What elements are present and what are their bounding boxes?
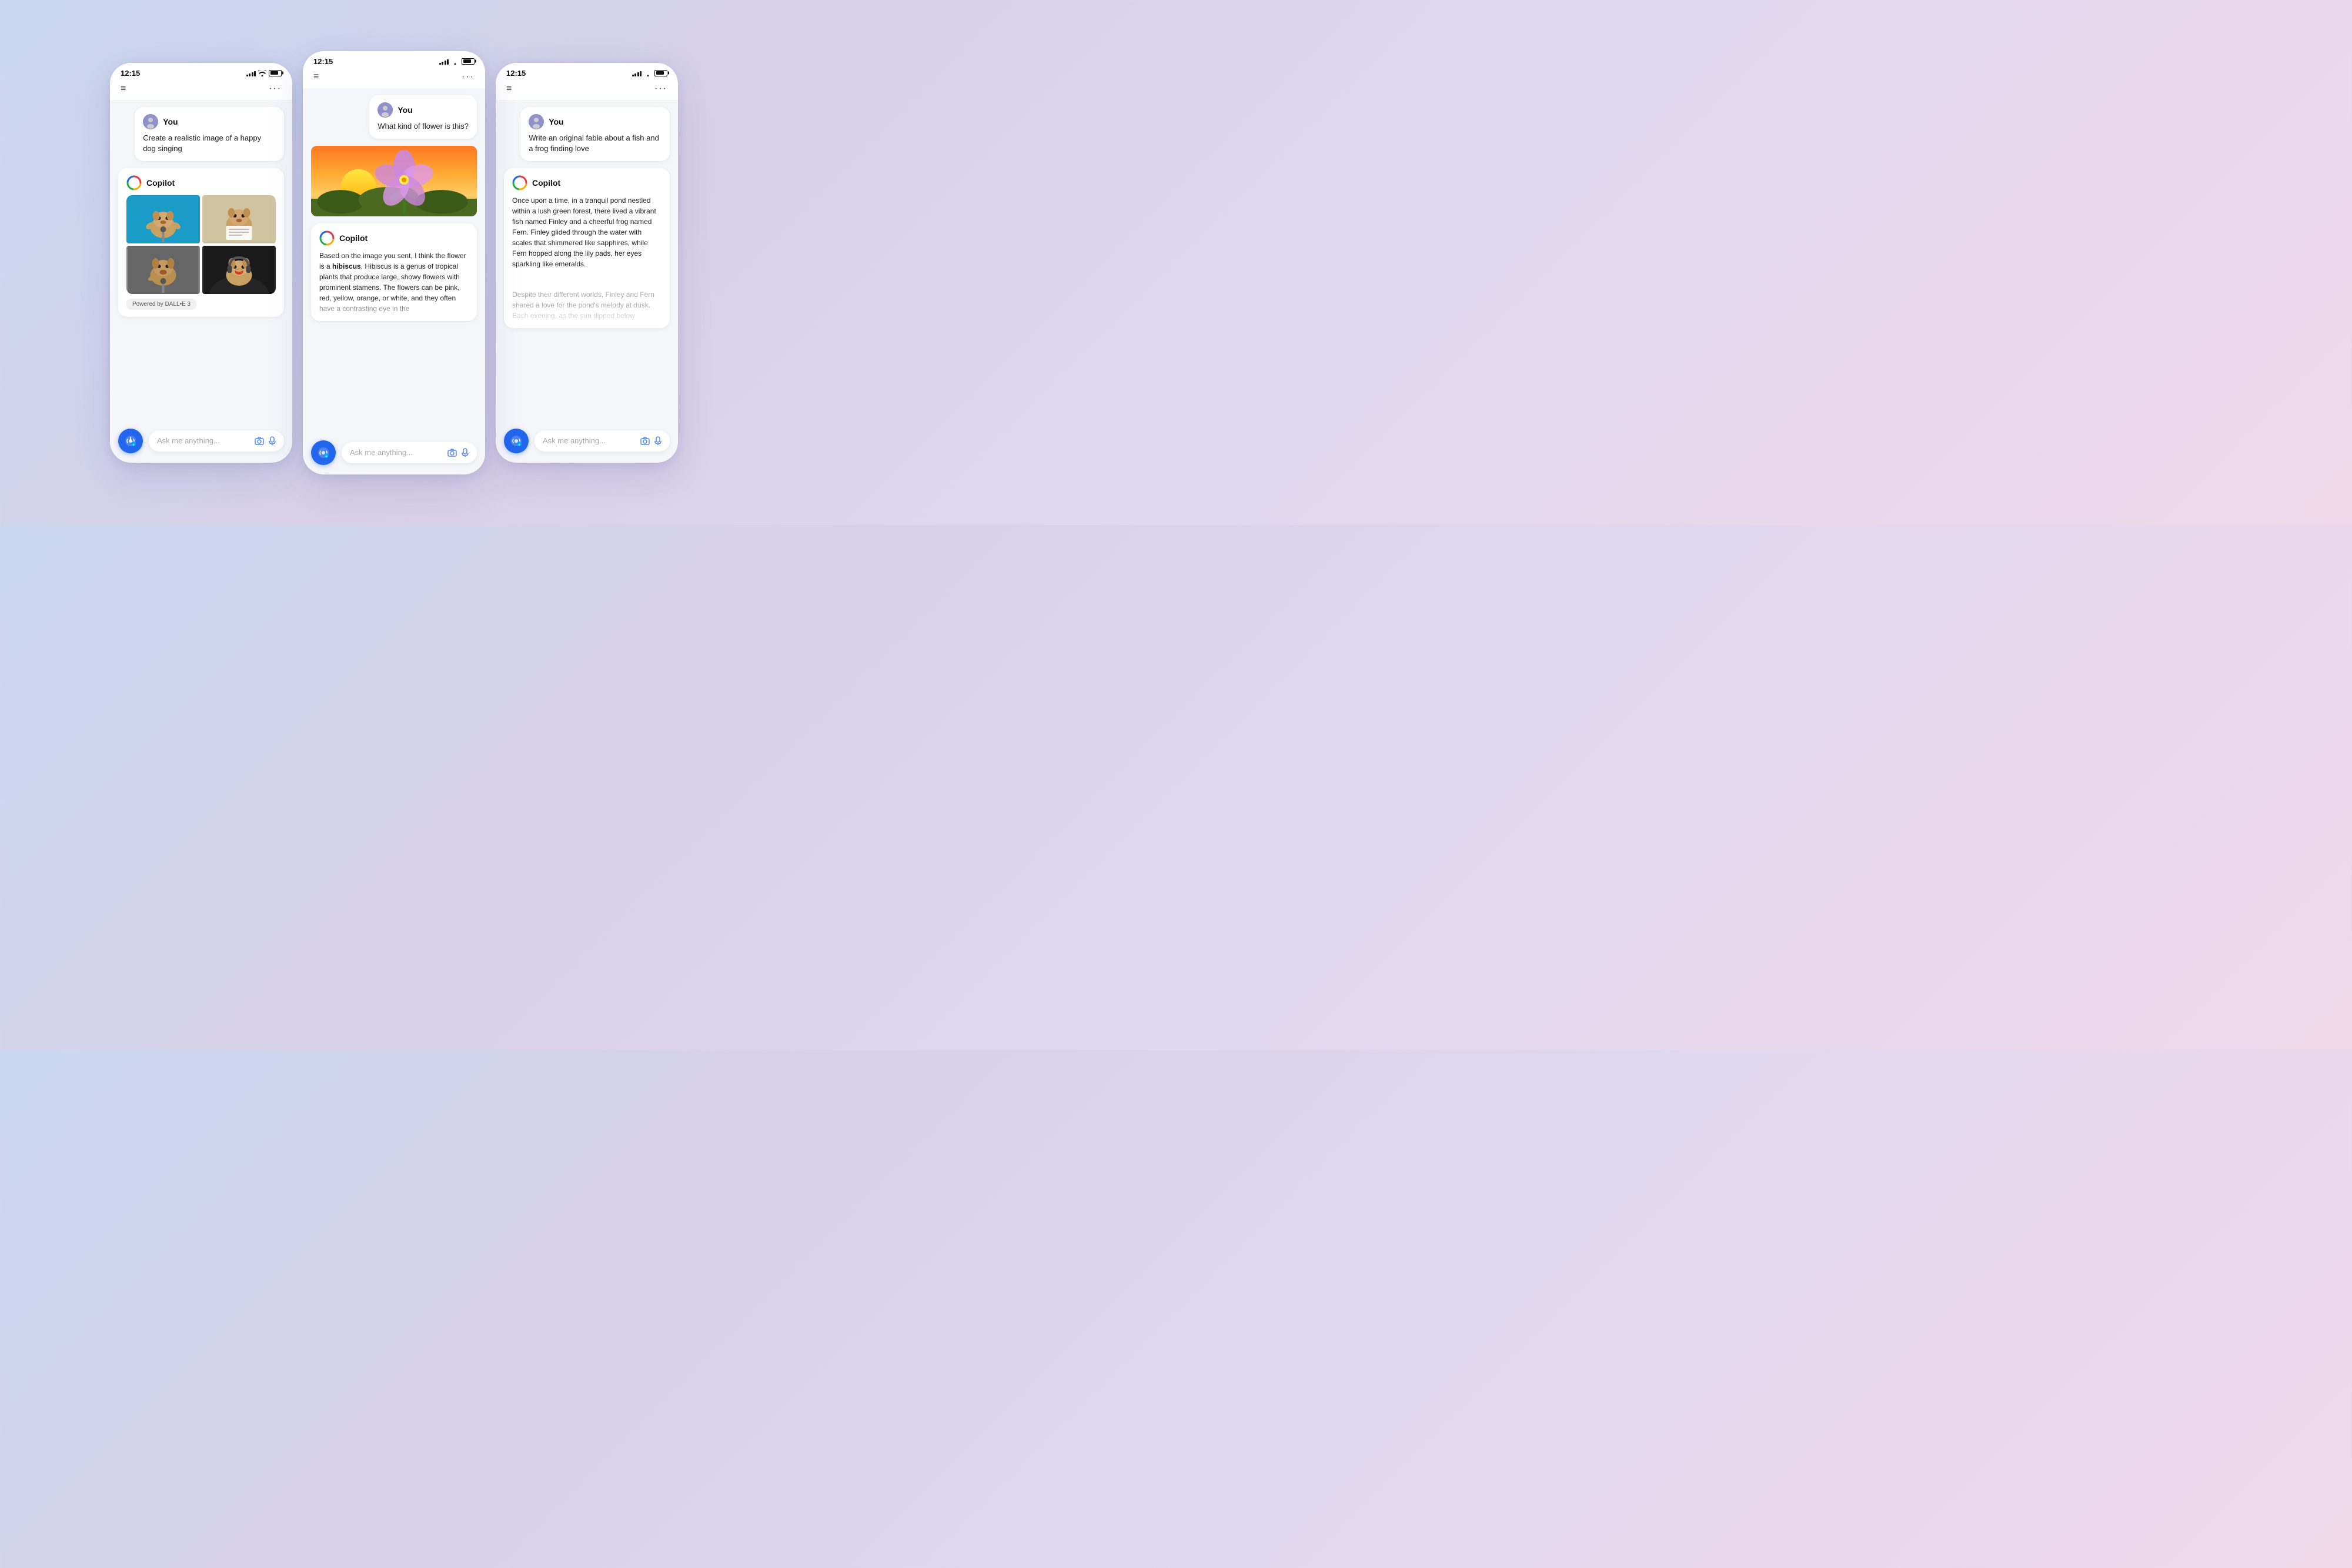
mic-icon-left[interactable]	[269, 436, 276, 446]
user-avatar-right	[529, 114, 544, 129]
input-actions-left	[255, 436, 276, 446]
input-box-right[interactable]: Ask me anything...	[534, 430, 670, 452]
copilot-name-left: Copilot	[146, 178, 175, 188]
wifi-icon-left	[258, 70, 266, 76]
signal-icon-left	[246, 70, 256, 76]
copilot-bubble-right: Copilot Once upon a time, in a tranquil …	[504, 168, 670, 328]
menu-icon-middle[interactable]: ≡	[313, 72, 319, 82]
status-time-right: 12:15	[506, 69, 526, 78]
battery-icon-left	[269, 70, 282, 76]
svg-text:+: +	[325, 454, 328, 459]
user-avatar-left	[143, 114, 158, 129]
camera-icon-left[interactable]	[255, 437, 264, 445]
dog-image-1	[126, 195, 200, 243]
chat-button-left[interactable]: +	[118, 429, 143, 453]
input-box-middle[interactable]: Ask me anything...	[342, 442, 477, 463]
phones-container: 12:15 ≡ ···	[110, 51, 678, 474]
chat-button-right[interactable]: +	[504, 429, 529, 453]
battery-icon-middle	[462, 58, 475, 65]
nav-bar-right: ≡ ···	[496, 80, 678, 100]
battery-icon-right	[654, 70, 667, 76]
chat-area-right: You Write an original fable about a fish…	[496, 100, 678, 423]
user-bubble-middle: You What kind of flower is this?	[369, 95, 477, 139]
more-options-left[interactable]: ···	[269, 83, 282, 94]
copilot-fable-text-2: Despite their different worlds, Finley a…	[512, 289, 662, 321]
input-area-middle: + Ask me anything...	[303, 434, 485, 474]
phone-right: 12:15 ≡ ···	[496, 63, 678, 463]
status-bar-right: 12:15	[496, 63, 678, 80]
wifi-icon-right	[644, 70, 652, 76]
signal-icon-right	[632, 70, 642, 76]
svg-text:+: +	[518, 443, 520, 447]
status-icons-middle	[439, 58, 475, 65]
chat-area-middle: You What kind of flower is this?	[303, 88, 485, 434]
input-placeholder-middle: Ask me anything...	[350, 448, 413, 457]
dog-image-2	[202, 195, 276, 243]
mic-icon-right[interactable]	[654, 436, 662, 446]
user-message-right: Write an original fable about a fish and…	[529, 133, 662, 154]
more-options-right[interactable]: ···	[654, 83, 667, 94]
user-message-left: Create a realistic image of a happy dog …	[143, 133, 276, 154]
status-icons-right	[632, 70, 668, 76]
status-bar-middle: 12:15	[303, 51, 485, 68]
copilot-bubble-left: Copilot	[118, 168, 284, 317]
user-bubble-left: You Create a realistic image of a happy …	[135, 107, 284, 161]
input-box-left[interactable]: Ask me anything...	[149, 430, 284, 452]
input-area-right: + Ask me anything...	[496, 423, 678, 463]
nav-bar-left: ≡ ···	[110, 80, 292, 100]
dog-image-4	[202, 246, 276, 294]
nav-bar-middle: ≡ ···	[303, 68, 485, 88]
chat-area-left: You Create a realistic image of a happy …	[110, 100, 292, 423]
status-time-left: 12:15	[121, 69, 140, 78]
input-placeholder-right: Ask me anything...	[543, 436, 606, 445]
input-actions-middle	[447, 448, 469, 457]
phone-middle: 12:15 ≡ ···	[303, 51, 485, 474]
input-actions-right	[640, 436, 662, 446]
copilot-fable-text: Once upon a time, in a tranquil pond nes…	[512, 195, 662, 269]
svg-text:+: +	[132, 443, 135, 447]
copilot-logo-middle	[319, 230, 335, 246]
signal-icon-middle	[439, 58, 449, 65]
chat-button-middle[interactable]: +	[311, 440, 336, 465]
status-icons-left	[246, 70, 282, 76]
user-name-right: You	[549, 117, 563, 126]
more-options-middle[interactable]: ···	[462, 72, 475, 82]
copilot-text-middle: Based on the image you sent, I think the…	[319, 250, 469, 314]
copilot-bubble-middle: Copilot Based on the image you sent, I t…	[311, 223, 477, 321]
user-name-middle: You	[397, 105, 412, 115]
wifi-icon-middle	[451, 58, 459, 65]
user-message-middle: What kind of flower is this?	[377, 121, 469, 132]
flower-image-container	[311, 146, 477, 216]
copilot-logo-left	[126, 175, 142, 190]
user-bubble-right: You Write an original fable about a fish…	[520, 107, 670, 161]
mic-icon-middle[interactable]	[462, 448, 469, 457]
input-placeholder-left: Ask me anything...	[157, 436, 220, 445]
phone-left: 12:15 ≡ ···	[110, 63, 292, 463]
status-bar-left: 12:15	[110, 63, 292, 80]
dog-image-3	[126, 246, 200, 294]
user-name-left: You	[163, 117, 178, 126]
menu-icon-left[interactable]: ≡	[121, 83, 126, 94]
copilot-name-middle: Copilot	[339, 233, 368, 243]
copilot-name-right: Copilot	[532, 178, 560, 188]
powered-by-badge: Powered by DALL•E 3	[126, 299, 196, 310]
copilot-logo-right	[512, 175, 527, 190]
input-area-left: + Ask me anything...	[110, 423, 292, 463]
dog-image-grid	[126, 195, 276, 294]
flower-image	[311, 146, 477, 216]
camera-icon-middle[interactable]	[447, 449, 457, 457]
camera-icon-right[interactable]	[640, 437, 650, 445]
status-time-middle: 12:15	[313, 57, 333, 66]
user-avatar-middle	[377, 102, 393, 118]
menu-icon-right[interactable]: ≡	[506, 83, 512, 94]
